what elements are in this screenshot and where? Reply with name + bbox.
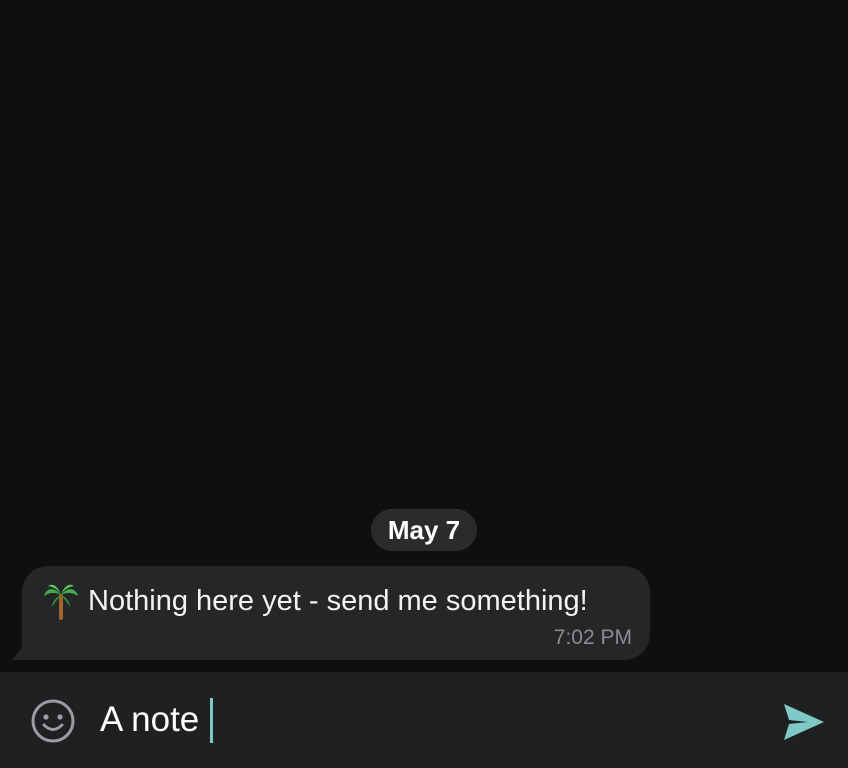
- message-content: Nothing here yet - send me something!: [44, 582, 588, 620]
- message-input[interactable]: A note: [100, 700, 199, 740]
- composer-bar: A note: [0, 672, 848, 768]
- message-timestamp: 7:02 PM: [553, 626, 632, 649]
- text-cursor: [210, 698, 213, 743]
- message-text: Nothing here yet - send me something!: [88, 584, 588, 617]
- send-icon[interactable]: [782, 702, 826, 742]
- date-label: May 7: [387, 514, 461, 545]
- message-bubble[interactable]: Nothing here yet - send me something! 7:…: [22, 566, 650, 660]
- palm-tree-icon: [44, 584, 78, 620]
- chat-screen: May 7 Nothing here yet - send me somethi…: [0, 0, 848, 768]
- date-separator: May 7: [371, 509, 477, 551]
- message-list[interactable]: May 7 Nothing here yet - send me somethi…: [0, 0, 848, 672]
- smiley-icon[interactable]: [30, 698, 76, 744]
